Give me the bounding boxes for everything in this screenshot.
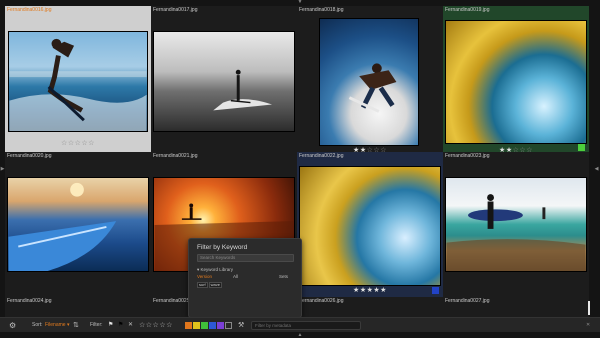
thumbnail-cell[interactable]: Fernandina0018.jpg ★★☆☆☆ (297, 6, 443, 154)
sort-label: Sort: (32, 322, 43, 328)
sort-direction-icon[interactable]: ⇅ (73, 318, 79, 333)
scroll-right-arrow-icon[interactable]: ◀ (594, 164, 599, 174)
thumbnail-filename: Fernandina0022.jpg (299, 153, 344, 159)
chevron-down-icon: ▾ (66, 322, 70, 328)
filter-label: Filter: (90, 322, 103, 328)
disclosure-triangle-icon: ▾ (197, 267, 200, 272)
thumbnail-cell[interactable]: Fernandina0020.jpg (5, 152, 151, 297)
thumbnail-image[interactable] (153, 31, 295, 132)
thumbnail-filename: Fernandina0020.jpg (7, 153, 52, 159)
tab-sets[interactable]: Sets (279, 274, 288, 279)
close-icon[interactable]: ✕ (586, 318, 590, 333)
thumbnail-image[interactable] (319, 18, 419, 146)
sort-dropdown[interactable]: Filename ▾ (45, 318, 69, 333)
blue-color-label-badge (432, 287, 439, 294)
surfboard-illustration (8, 182, 117, 271)
thumbnail-cell[interactable]: Fernandina0022.jpg ★★★★★ (297, 152, 443, 297)
thumbnail-image[interactable] (445, 177, 587, 272)
metadata-search-input[interactable]: Filter by metadata (251, 321, 361, 330)
tab-version[interactable]: Version (197, 274, 212, 279)
wrench-icon[interactable]: ⚒ (238, 318, 244, 333)
reject-flag-icon[interactable]: ⚑ (118, 318, 123, 333)
thumbnail-filename: Fernandina0018.jpg (299, 7, 344, 13)
thumbnail-filename: Fernandina0026.jpg (299, 298, 344, 304)
popup-title: Filter by Keyword (197, 244, 248, 251)
thumbnail-cell[interactable]: Fernandina0017.jpg (151, 6, 297, 152)
yellow-label-filter[interactable] (193, 322, 200, 329)
thumbnail-cell[interactable]: Fernandina0016.jpg ☆☆☆☆☆ (5, 6, 151, 152)
tab-all[interactable]: All (233, 274, 238, 279)
thumbnail-filename: Fernandina0024.jpg (7, 298, 52, 304)
scroll-down-arrow-icon[interactable]: ▲ (296, 332, 304, 338)
surfer-silhouette-illustration (213, 69, 273, 111)
thumbnail-image[interactable] (299, 166, 441, 286)
scroll-up-arrow-icon[interactable]: ▼ (296, 0, 304, 5)
bottom-toolbar: ⚙ Sort: Filename ▾ ⇅ Filter: ⚑ ⚑ ✕ ☆☆☆☆☆… (0, 317, 600, 332)
keyword-library-toggle[interactable]: ▾ Keyword Library (197, 267, 233, 273)
no-label-filter[interactable] (225, 322, 232, 329)
aerial-surfer-illustration (348, 63, 397, 113)
close-icon[interactable]: ✕ (128, 318, 133, 333)
keyword-tag[interactable]: surf (197, 282, 208, 288)
rating-filter-stars[interactable]: ☆☆☆☆☆ (139, 318, 173, 333)
keyword-tag[interactable]: wave (208, 282, 223, 288)
rating-stars[interactable]: ★★★★★ (297, 286, 443, 294)
thumbnail-filename: Fernandina0017.jpg (153, 7, 198, 13)
beach-surfer-illustration (446, 194, 586, 271)
thumbnail-cell[interactable]: Fernandina0023.jpg (443, 152, 589, 297)
thumbnail-image[interactable] (445, 20, 587, 144)
thumbnail-filename: Fernandina0023.jpg (445, 153, 490, 159)
green-color-label-badge (578, 144, 585, 151)
thumbnail-cell[interactable]: Fernandina0026.jpg (297, 297, 443, 317)
thumbnail-cell[interactable]: Fernandina0024.jpg (5, 297, 151, 317)
flag-icon[interactable]: ⚑ (108, 318, 113, 333)
thumbnail-cell[interactable]: Fernandina0027.jpg (443, 297, 590, 317)
thumbnail-cell[interactable]: Fernandina0019.jpg ★★☆☆☆ (443, 6, 589, 154)
blue-label-filter[interactable] (209, 322, 216, 329)
green-label-filter[interactable] (201, 322, 208, 329)
thumbnail-filename: Fernandina0021.jpg (153, 153, 198, 159)
thumbnail-filename: Fernandina0016.jpg (7, 7, 52, 13)
sort-value: Filename (45, 322, 66, 328)
thumbnail-image[interactable] (7, 177, 149, 272)
thumbnail-image[interactable] (8, 31, 148, 132)
rating-stars[interactable]: ☆☆☆☆☆ (5, 139, 151, 147)
purple-label-filter[interactable] (217, 322, 224, 329)
keyword-tags: surf wave (197, 282, 223, 288)
keyword-search-input[interactable]: Search Keywords (197, 254, 294, 262)
thumbnail-filename: Fernandina0019.jpg (445, 7, 490, 13)
thumbnail-filename: Fernandina0027.jpg (445, 298, 490, 304)
scrollbar-thumb[interactable] (588, 301, 590, 315)
filter-by-keyword-popup: Filter by Keyword Search Keywords ▾ Keyw… (188, 238, 302, 318)
orange-label-filter[interactable] (185, 322, 192, 329)
gear-icon[interactable]: ⚙ (9, 318, 16, 333)
keyword-library-label: Keyword Library (200, 267, 234, 272)
surfer-illustration (9, 38, 147, 131)
